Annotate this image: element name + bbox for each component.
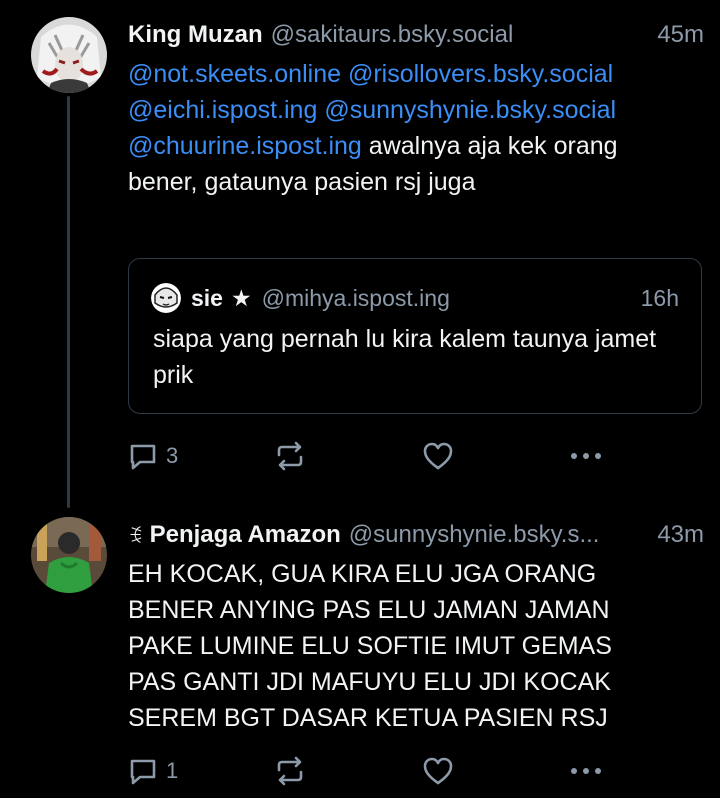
repost-icon bbox=[277, 756, 303, 786]
post-penjaga-amazon[interactable]: ꉂ Penjaga Amazon @sunnyshynie.bsky.s... … bbox=[0, 500, 720, 798]
post-header: ꉂ Penjaga Amazon @sunnyshynie.bsky.s... … bbox=[128, 518, 704, 552]
avatar[interactable] bbox=[31, 517, 107, 593]
mention-link[interactable]: @not.skeets.online bbox=[128, 60, 341, 88]
quoted-post-header: sie ★ @mihya.ispost.ing 16h bbox=[151, 283, 679, 313]
more-options-button[interactable] bbox=[568, 438, 604, 474]
post-text-segment bbox=[341, 60, 348, 88]
mention-link[interactable]: @sunnyshynie.bsky.social bbox=[324, 96, 616, 124]
reply-button[interactable]: 3 bbox=[128, 438, 178, 474]
mention-link[interactable]: @chuurine.ispost.ing bbox=[128, 132, 362, 160]
post-text: @not.skeets.online @risollovers.bsky.soc… bbox=[128, 56, 680, 200]
repost-button[interactable] bbox=[274, 438, 306, 474]
post-king-muzan[interactable]: King Muzan @sakitaurs.bsky.social 45m @n… bbox=[0, 0, 720, 490]
reply-button[interactable]: 1 bbox=[128, 753, 178, 789]
repost-button[interactable] bbox=[274, 753, 306, 789]
author-handle[interactable]: @sakitaurs.bsky.social bbox=[271, 21, 644, 49]
star-icon: ★ bbox=[230, 284, 252, 311]
post-text: EH KOCAK, GUA KIRA ELU JGA ORANG BENER A… bbox=[128, 560, 612, 732]
quoted-post-timestamp: 16h bbox=[640, 284, 679, 311]
like-button[interactable] bbox=[422, 753, 454, 789]
author-display-name[interactable]: King Muzan bbox=[128, 21, 263, 49]
like-icon bbox=[423, 442, 453, 470]
quoted-post-text: siapa yang pernah lu kira kalem taunya j… bbox=[153, 325, 657, 389]
author-display-name[interactable]: Penjaga Amazon bbox=[150, 521, 341, 549]
reply-icon bbox=[130, 759, 156, 785]
avatar[interactable] bbox=[31, 17, 107, 93]
reply-icon bbox=[130, 444, 156, 470]
repost-icon bbox=[277, 441, 303, 471]
like-button[interactable] bbox=[422, 438, 454, 474]
mention-link[interactable]: @eichi.ispost.ing bbox=[128, 96, 317, 124]
post-timestamp[interactable]: 43m bbox=[657, 521, 704, 549]
quoted-author-handle: @mihya.ispost.ing bbox=[261, 284, 450, 311]
post-header: King Muzan @sakitaurs.bsky.social 45m bbox=[128, 18, 704, 52]
reply-count: 1 bbox=[166, 758, 179, 783]
more-icon bbox=[571, 768, 601, 774]
reply-count: 3 bbox=[166, 443, 179, 468]
mention-link[interactable]: @risollovers.bsky.social bbox=[348, 60, 613, 88]
quoted-author-display-name: sie bbox=[191, 284, 223, 311]
like-icon bbox=[423, 757, 453, 785]
post-timestamp[interactable]: 45m bbox=[657, 21, 704, 49]
quoted-post[interactable]: sie ★ @mihya.ispost.ing 16h siapa yang p… bbox=[128, 258, 702, 414]
post-actions: 3 bbox=[128, 438, 608, 474]
more-icon bbox=[571, 453, 601, 459]
badge-icon: ꉂ bbox=[128, 525, 144, 548]
author-handle[interactable]: @sunnyshynie.bsky.s... bbox=[349, 521, 644, 549]
more-options-button[interactable] bbox=[568, 753, 604, 789]
quoted-avatar bbox=[151, 283, 181, 313]
post-actions: 1 bbox=[128, 753, 608, 789]
